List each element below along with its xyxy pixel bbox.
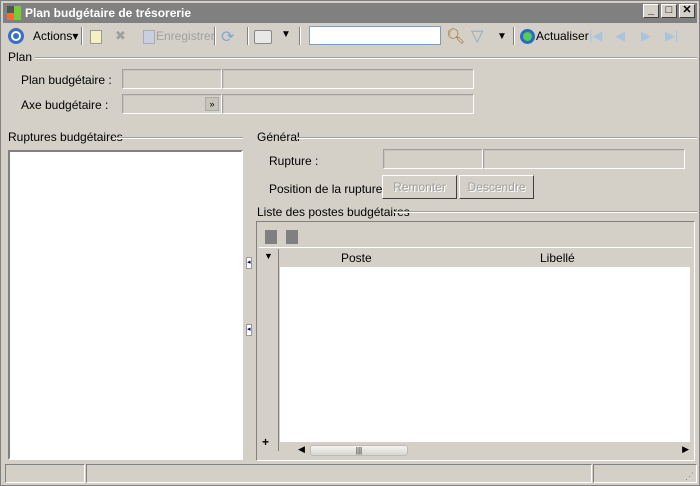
ruptures-list[interactable] bbox=[8, 150, 243, 460]
separator bbox=[81, 27, 83, 45]
search-icon[interactable]: 🔍︎ bbox=[446, 27, 465, 45]
postes-grid: ▼ + Poste Libellé ◀ ||| ▶ bbox=[256, 221, 695, 461]
column-chooser-icon[interactable]: ▼ bbox=[264, 251, 273, 261]
title-bar: Plan budgétaire de trésorerie bbox=[3, 3, 697, 23]
last-record-icon[interactable]: ▶| bbox=[665, 28, 678, 44]
plan-code-field[interactable] bbox=[122, 69, 222, 89]
grid-toolbar bbox=[259, 224, 692, 248]
grid-body[interactable] bbox=[280, 267, 690, 442]
main-window: Plan budgétaire de trésorerie _ □ ✕ Acti… bbox=[0, 0, 700, 486]
first-record-icon[interactable]: |◀ bbox=[589, 28, 602, 44]
actions-menu[interactable]: Actions▾ bbox=[33, 25, 78, 47]
save-icon[interactable] bbox=[143, 30, 155, 44]
scroll-right-icon[interactable]: ▶ bbox=[682, 444, 689, 455]
column-header-libelle[interactable]: Libellé bbox=[540, 249, 575, 267]
sync-icon[interactable]: ⟳ bbox=[221, 27, 234, 47]
separator bbox=[513, 27, 515, 45]
grid-edit-row-icon[interactable] bbox=[286, 230, 298, 244]
rupture-label: Rupture : bbox=[269, 154, 319, 168]
status-panel: ⋰ bbox=[593, 464, 697, 483]
separator bbox=[214, 27, 216, 45]
separator bbox=[247, 27, 249, 45]
search-input[interactable] bbox=[309, 26, 441, 45]
filter-dropdown-icon[interactable]: ▼ bbox=[497, 31, 507, 42]
position-label: Position de la rupture : bbox=[269, 182, 390, 196]
plan-description-field bbox=[222, 69, 474, 89]
close-button[interactable]: ✕ bbox=[679, 4, 695, 18]
scrollbar-thumb[interactable]: ||| bbox=[310, 445, 408, 456]
plan-section-title: Plan bbox=[8, 50, 33, 64]
delete-icon[interactable]: ✖ bbox=[115, 28, 126, 44]
print-icon[interactable] bbox=[254, 30, 272, 44]
save-button[interactable]: Enregistrer bbox=[156, 25, 215, 47]
splitter-collapse-icon[interactable]: ◂ bbox=[246, 257, 252, 269]
resize-grip-icon[interactable]: ⋰ bbox=[685, 471, 694, 482]
move-up-button[interactable]: Remonter bbox=[382, 175, 457, 199]
window-title: Plan budgétaire de trésorerie bbox=[25, 6, 192, 20]
horizontal-scrollbar[interactable]: ◀ ||| ▶ bbox=[297, 443, 690, 458]
status-panel bbox=[5, 464, 85, 483]
add-row-button[interactable]: + bbox=[262, 435, 269, 449]
divider bbox=[394, 211, 697, 213]
status-panel bbox=[86, 464, 592, 483]
divider bbox=[35, 57, 697, 59]
minimize-button[interactable]: _ bbox=[643, 4, 659, 18]
splitter-collapse-icon[interactable]: ◂ bbox=[246, 324, 252, 336]
filter-icon[interactable]: ▽ bbox=[471, 26, 483, 46]
maximize-button[interactable]: □ bbox=[661, 4, 677, 18]
new-icon[interactable] bbox=[90, 30, 102, 44]
print-dropdown-icon[interactable]: ▼ bbox=[281, 29, 291, 40]
rupture-description-field bbox=[483, 149, 685, 169]
divider bbox=[113, 137, 243, 139]
move-down-button[interactable]: Descendre bbox=[459, 175, 534, 199]
row-header-column: ▼ + bbox=[259, 249, 279, 451]
grid-new-row-icon[interactable] bbox=[265, 230, 277, 244]
axe-code-field[interactable]: » bbox=[122, 94, 222, 114]
axe-dropdown-icon[interactable]: » bbox=[205, 97, 219, 111]
actions-icon[interactable] bbox=[8, 28, 24, 44]
app-icon bbox=[7, 6, 21, 20]
axe-label: Axe budgétaire : bbox=[21, 98, 109, 112]
actions-label: Actions bbox=[33, 29, 73, 43]
grid-header: Poste Libellé bbox=[280, 249, 690, 267]
refresh-icon[interactable] bbox=[520, 29, 535, 44]
refresh-button[interactable]: Actualiser bbox=[536, 25, 589, 47]
scroll-left-icon[interactable]: ◀ bbox=[298, 444, 305, 455]
axe-description-field bbox=[222, 94, 474, 114]
plan-label: Plan budgétaire : bbox=[21, 73, 112, 87]
ruptures-section-title: Ruptures budgétaires bbox=[8, 130, 123, 144]
previous-record-icon[interactable]: ◀ bbox=[615, 28, 625, 44]
rupture-code-field[interactable] bbox=[383, 149, 483, 169]
column-header-poste[interactable]: Poste bbox=[341, 249, 372, 267]
next-record-icon[interactable]: ▶ bbox=[641, 28, 651, 44]
postes-section-title: Liste des postes budgétaires bbox=[257, 205, 410, 219]
general-section-title: Général bbox=[257, 130, 300, 144]
separator bbox=[299, 27, 301, 45]
divider bbox=[297, 137, 697, 139]
